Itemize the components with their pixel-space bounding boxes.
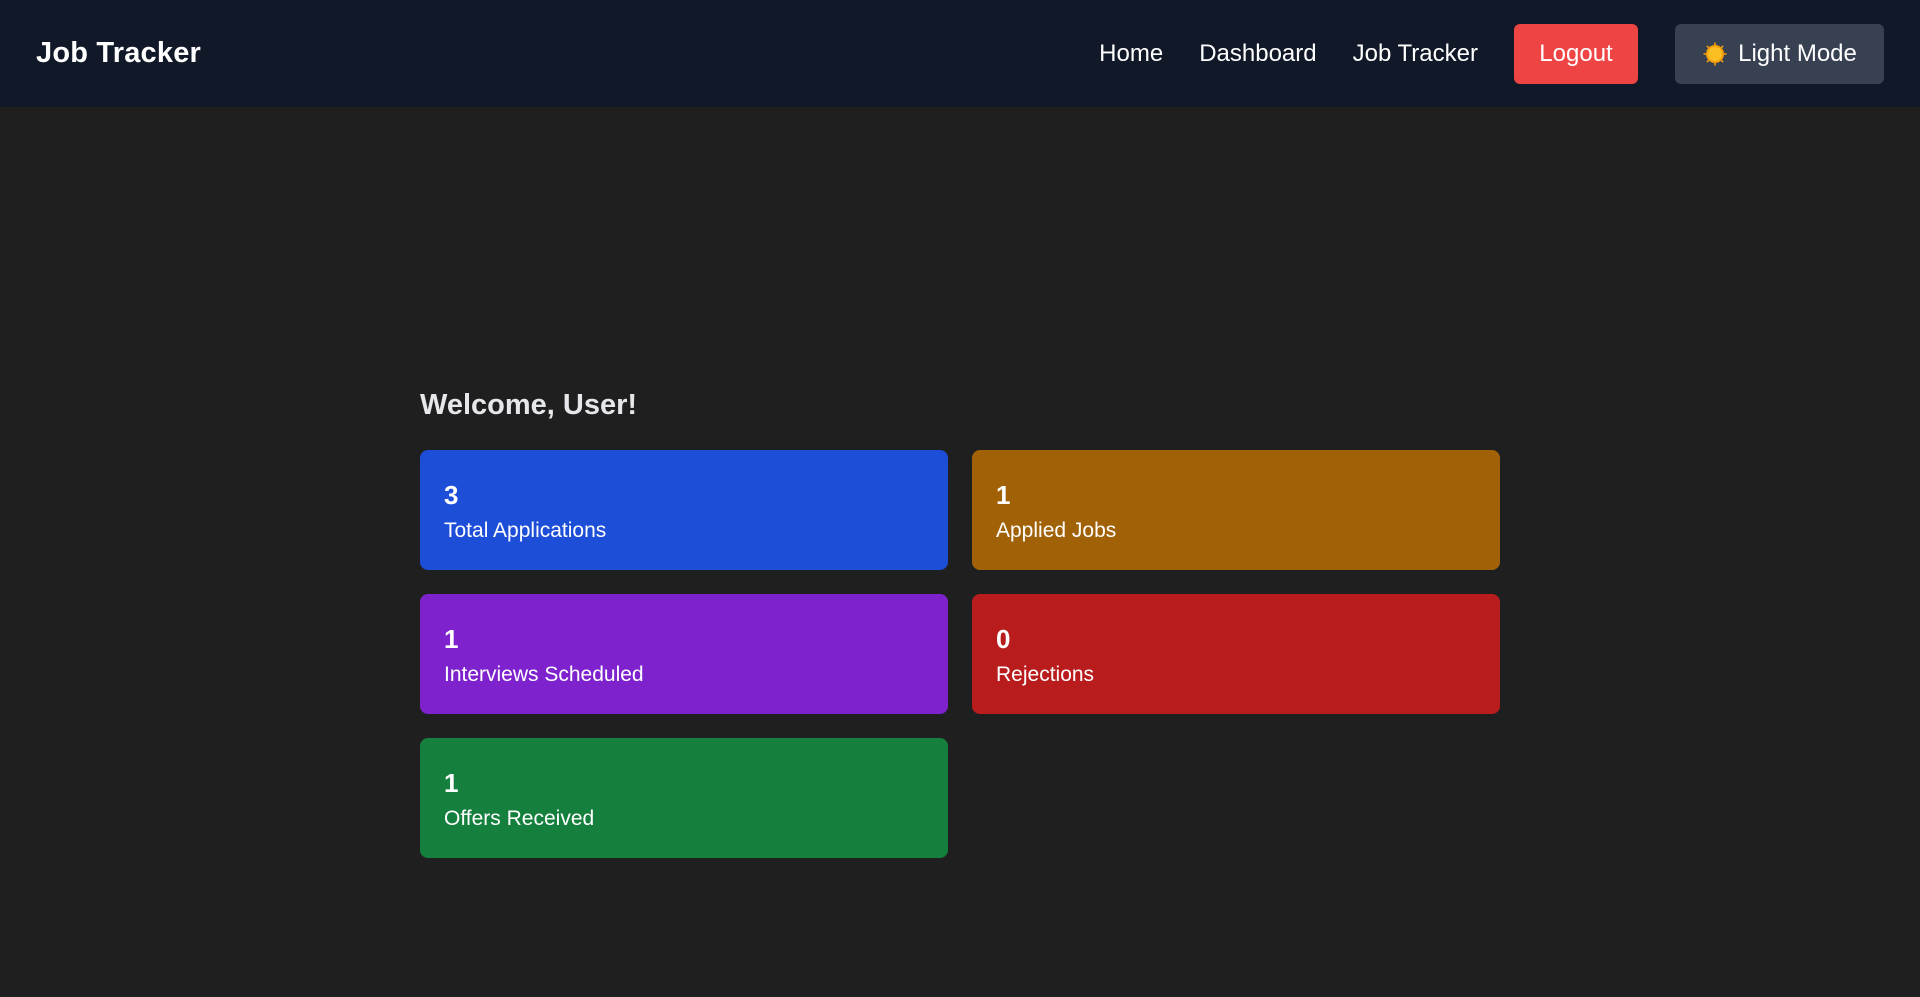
stat-card-interviews-scheduled[interactable]: 1 Interviews Scheduled [420,594,948,714]
nav-job-tracker-link[interactable]: Job Tracker [1353,40,1478,68]
nav-home-link[interactable]: Home [1099,40,1163,68]
stat-card-total-applications[interactable]: 3 Total Applications [420,450,948,570]
stat-value: 3 [444,480,459,510]
logout-button-label: Logout [1539,39,1613,67]
logout-button[interactable]: Logout [1514,23,1638,84]
stat-value: 1 [996,480,1011,510]
stat-label: Applied Jobs [996,519,1117,542]
welcome-heading: Welcome, User! [420,389,638,421]
sun-icon [1702,41,1728,67]
stat-card-rejections[interactable]: 0 Rejections [972,594,1500,714]
stat-card-offers-received[interactable]: 1 Offers Received [420,738,948,858]
stat-value: 1 [444,624,459,654]
light-mode-label: Light Mode [1738,39,1857,67]
stat-card-applied-jobs[interactable]: 1 Applied Jobs [972,450,1500,570]
stat-label: Interviews Scheduled [444,663,644,686]
stat-value: 0 [996,624,1011,654]
nav-dashboard-link[interactable]: Dashboard [1199,40,1316,68]
stat-label: Rejections [996,663,1095,686]
nav-links: Home Dashboard Job Tracker Logout Light … [1099,0,1884,107]
stat-label: Offers Received [444,807,595,830]
light-mode-toggle-button[interactable]: Light Mode [1675,23,1884,84]
dashboard-main: Welcome, User! 3 Total Applications 1 Ap… [420,385,1500,858]
stat-value: 1 [444,768,459,798]
top-navbar: Job Tracker Home Dashboard Job Tracker L… [0,0,1920,107]
stats-grid: 3 Total Applications 1 Applied Jobs 1 In… [420,450,1500,858]
stat-label: Total Applications [444,519,607,542]
brand-title[interactable]: Job Tracker [36,37,201,70]
